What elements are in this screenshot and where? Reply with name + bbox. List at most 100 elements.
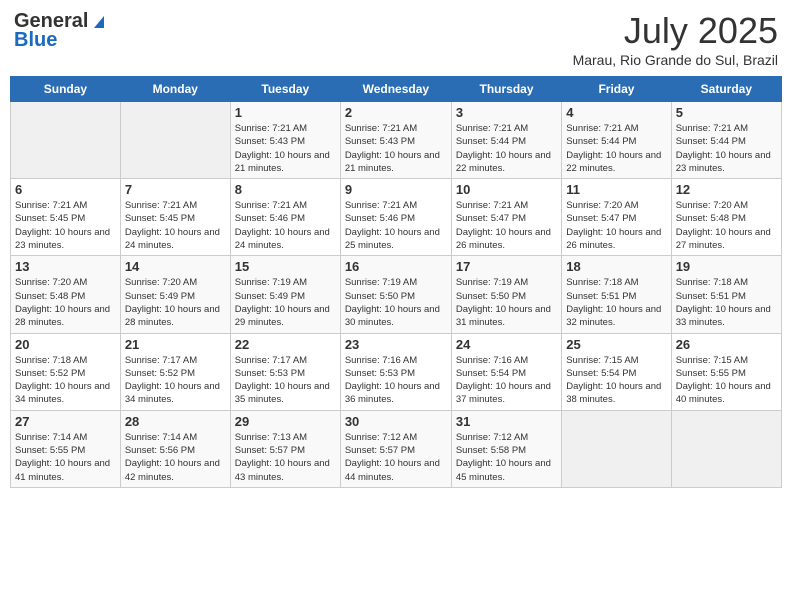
day-number: 15 <box>235 259 336 274</box>
day-cell: 17Sunrise: 7:19 AMSunset: 5:50 PMDayligh… <box>451 256 561 333</box>
day-info: Sunrise: 7:21 AMSunset: 5:45 PMDaylight:… <box>125 199 226 252</box>
calendar-table: SundayMondayTuesdayWednesdayThursdayFrid… <box>10 76 782 488</box>
logo-icon <box>90 12 108 30</box>
week-row-5: 27 Sunrise: 7:14 AMSunset: 5:55 PMDayligh… <box>11 410 782 487</box>
day-cell: 25 Sunrise: 7:15 AMSunset: 5:54 PMDayligh… <box>562 333 671 410</box>
day-info: Sunrise: 7:17 AMSunset: 5:52 PMDaylight:… <box>125 354 226 407</box>
header-cell-saturday: Saturday <box>671 77 781 102</box>
day-info: Sunrise: 7:15 AMSunset: 5:55 PMDaylight:… <box>676 354 777 407</box>
day-number: 3 <box>456 105 557 120</box>
day-number: 30 <box>345 414 447 429</box>
day-info: Sunrise: 7:21 AMSunset: 5:44 PMDaylight:… <box>676 122 777 175</box>
day-info: Sunrise: 7:19 AMSunset: 5:50 PMDaylight:… <box>456 276 557 329</box>
day-info: Sunrise: 7:18 AMSunset: 5:51 PMDaylight:… <box>566 276 666 329</box>
day-info: Sunrise: 7:21 AMSunset: 5:44 PMDaylight:… <box>566 122 666 175</box>
day-cell <box>11 102 121 179</box>
day-info: Sunrise: 7:21 AMSunset: 5:46 PMDaylight:… <box>345 199 447 252</box>
day-cell: 7 Sunrise: 7:21 AMSunset: 5:45 PMDaylight… <box>120 179 230 256</box>
day-cell: 9 Sunrise: 7:21 AMSunset: 5:46 PMDaylight… <box>340 179 451 256</box>
day-number: 1 <box>235 105 336 120</box>
day-cell <box>120 102 230 179</box>
header-cell-monday: Monday <box>120 77 230 102</box>
header-cell-wednesday: Wednesday <box>340 77 451 102</box>
day-info: Sunrise: 7:18 AMSunset: 5:51 PMDaylight:… <box>676 276 777 329</box>
week-row-1: 1 Sunrise: 7:21 AMSunset: 5:43 PMDaylight… <box>11 102 782 179</box>
day-info: Sunrise: 7:21 AMSunset: 5:44 PMDaylight:… <box>456 122 557 175</box>
header-cell-thursday: Thursday <box>451 77 561 102</box>
day-number: 25 <box>566 337 666 352</box>
day-number: 29 <box>235 414 336 429</box>
day-cell: 1 Sunrise: 7:21 AMSunset: 5:43 PMDaylight… <box>230 102 340 179</box>
title-block: July 2025 Marau, Rio Grande do Sul, Braz… <box>573 10 778 68</box>
day-cell: 8Sunrise: 7:21 AMSunset: 5:46 PMDaylight… <box>230 179 340 256</box>
day-info: Sunrise: 7:16 AMSunset: 5:54 PMDaylight:… <box>456 354 557 407</box>
day-cell: 22 Sunrise: 7:17 AMSunset: 5:53 PMDayligh… <box>230 333 340 410</box>
day-cell: 31Sunrise: 7:12 AMSunset: 5:58 PMDayligh… <box>451 410 561 487</box>
day-cell: 24 Sunrise: 7:16 AMSunset: 5:54 PMDayligh… <box>451 333 561 410</box>
day-number: 22 <box>235 337 336 352</box>
day-number: 5 <box>676 105 777 120</box>
day-info: Sunrise: 7:17 AMSunset: 5:53 PMDaylight:… <box>235 354 336 407</box>
day-info: Sunrise: 7:21 AMSunset: 5:43 PMDaylight:… <box>345 122 447 175</box>
logo: General Blue <box>14 10 108 52</box>
day-number: 24 <box>456 337 557 352</box>
page-header: General Blue July 2025 Marau, Rio Grande… <box>10 10 782 68</box>
logo-blue-text: Blue <box>14 29 57 52</box>
day-cell: 16 Sunrise: 7:19 AMSunset: 5:50 PMDayligh… <box>340 256 451 333</box>
calendar-body: 1 Sunrise: 7:21 AMSunset: 5:43 PMDaylight… <box>11 102 782 488</box>
day-number: 28 <box>125 414 226 429</box>
day-number: 2 <box>345 105 447 120</box>
day-number: 18 <box>566 259 666 274</box>
week-row-4: 20Sunrise: 7:18 AMSunset: 5:52 PMDayligh… <box>11 333 782 410</box>
location-subtitle: Marau, Rio Grande do Sul, Brazil <box>573 52 778 68</box>
week-row-3: 13 Sunrise: 7:20 AMSunset: 5:48 PMDayligh… <box>11 256 782 333</box>
day-cell <box>562 410 671 487</box>
day-cell: 3 Sunrise: 7:21 AMSunset: 5:44 PMDaylight… <box>451 102 561 179</box>
day-number: 12 <box>676 182 777 197</box>
day-info: Sunrise: 7:21 AMSunset: 5:45 PMDaylight:… <box>15 199 116 252</box>
day-number: 13 <box>15 259 116 274</box>
day-cell: 26 Sunrise: 7:15 AMSunset: 5:55 PMDayligh… <box>671 333 781 410</box>
day-info: Sunrise: 7:12 AMSunset: 5:58 PMDaylight:… <box>456 431 557 484</box>
month-year-title: July 2025 <box>573 10 778 52</box>
day-number: 8 <box>235 182 336 197</box>
calendar-header: SundayMondayTuesdayWednesdayThursdayFrid… <box>11 77 782 102</box>
header-cell-sunday: Sunday <box>11 77 121 102</box>
day-info: Sunrise: 7:21 AMSunset: 5:47 PMDaylight:… <box>456 199 557 252</box>
day-cell: 20Sunrise: 7:18 AMSunset: 5:52 PMDayligh… <box>11 333 121 410</box>
day-cell: 21 Sunrise: 7:17 AMSunset: 5:52 PMDayligh… <box>120 333 230 410</box>
day-number: 11 <box>566 182 666 197</box>
day-cell: 6 Sunrise: 7:21 AMSunset: 5:45 PMDaylight… <box>11 179 121 256</box>
day-info: Sunrise: 7:18 AMSunset: 5:52 PMDaylight:… <box>15 354 116 407</box>
day-cell: 15 Sunrise: 7:19 AMSunset: 5:49 PMDayligh… <box>230 256 340 333</box>
day-cell: 14Sunrise: 7:20 AMSunset: 5:49 PMDayligh… <box>120 256 230 333</box>
day-number: 4 <box>566 105 666 120</box>
day-number: 21 <box>125 337 226 352</box>
day-cell: 27 Sunrise: 7:14 AMSunset: 5:55 PMDayligh… <box>11 410 121 487</box>
day-info: Sunrise: 7:20 AMSunset: 5:48 PMDaylight:… <box>15 276 116 329</box>
day-cell: 23Sunrise: 7:16 AMSunset: 5:53 PMDayligh… <box>340 333 451 410</box>
header-cell-friday: Friday <box>562 77 671 102</box>
day-number: 9 <box>345 182 447 197</box>
day-cell: 30 Sunrise: 7:12 AMSunset: 5:57 PMDayligh… <box>340 410 451 487</box>
day-cell: 19 Sunrise: 7:18 AMSunset: 5:51 PMDayligh… <box>671 256 781 333</box>
day-info: Sunrise: 7:21 AMSunset: 5:43 PMDaylight:… <box>235 122 336 175</box>
day-info: Sunrise: 7:19 AMSunset: 5:50 PMDaylight:… <box>345 276 447 329</box>
day-info: Sunrise: 7:16 AMSunset: 5:53 PMDaylight:… <box>345 354 447 407</box>
day-info: Sunrise: 7:14 AMSunset: 5:55 PMDaylight:… <box>15 431 116 484</box>
day-number: 19 <box>676 259 777 274</box>
day-number: 7 <box>125 182 226 197</box>
day-info: Sunrise: 7:13 AMSunset: 5:57 PMDaylight:… <box>235 431 336 484</box>
day-info: Sunrise: 7:19 AMSunset: 5:49 PMDaylight:… <box>235 276 336 329</box>
day-number: 14 <box>125 259 226 274</box>
day-number: 27 <box>15 414 116 429</box>
day-info: Sunrise: 7:14 AMSunset: 5:56 PMDaylight:… <box>125 431 226 484</box>
day-cell: 4 Sunrise: 7:21 AMSunset: 5:44 PMDaylight… <box>562 102 671 179</box>
day-info: Sunrise: 7:15 AMSunset: 5:54 PMDaylight:… <box>566 354 666 407</box>
day-info: Sunrise: 7:12 AMSunset: 5:57 PMDaylight:… <box>345 431 447 484</box>
day-cell: 12Sunrise: 7:20 AMSunset: 5:48 PMDayligh… <box>671 179 781 256</box>
day-number: 16 <box>345 259 447 274</box>
day-number: 6 <box>15 182 116 197</box>
day-cell: 2 Sunrise: 7:21 AMSunset: 5:43 PMDaylight… <box>340 102 451 179</box>
day-number: 26 <box>676 337 777 352</box>
